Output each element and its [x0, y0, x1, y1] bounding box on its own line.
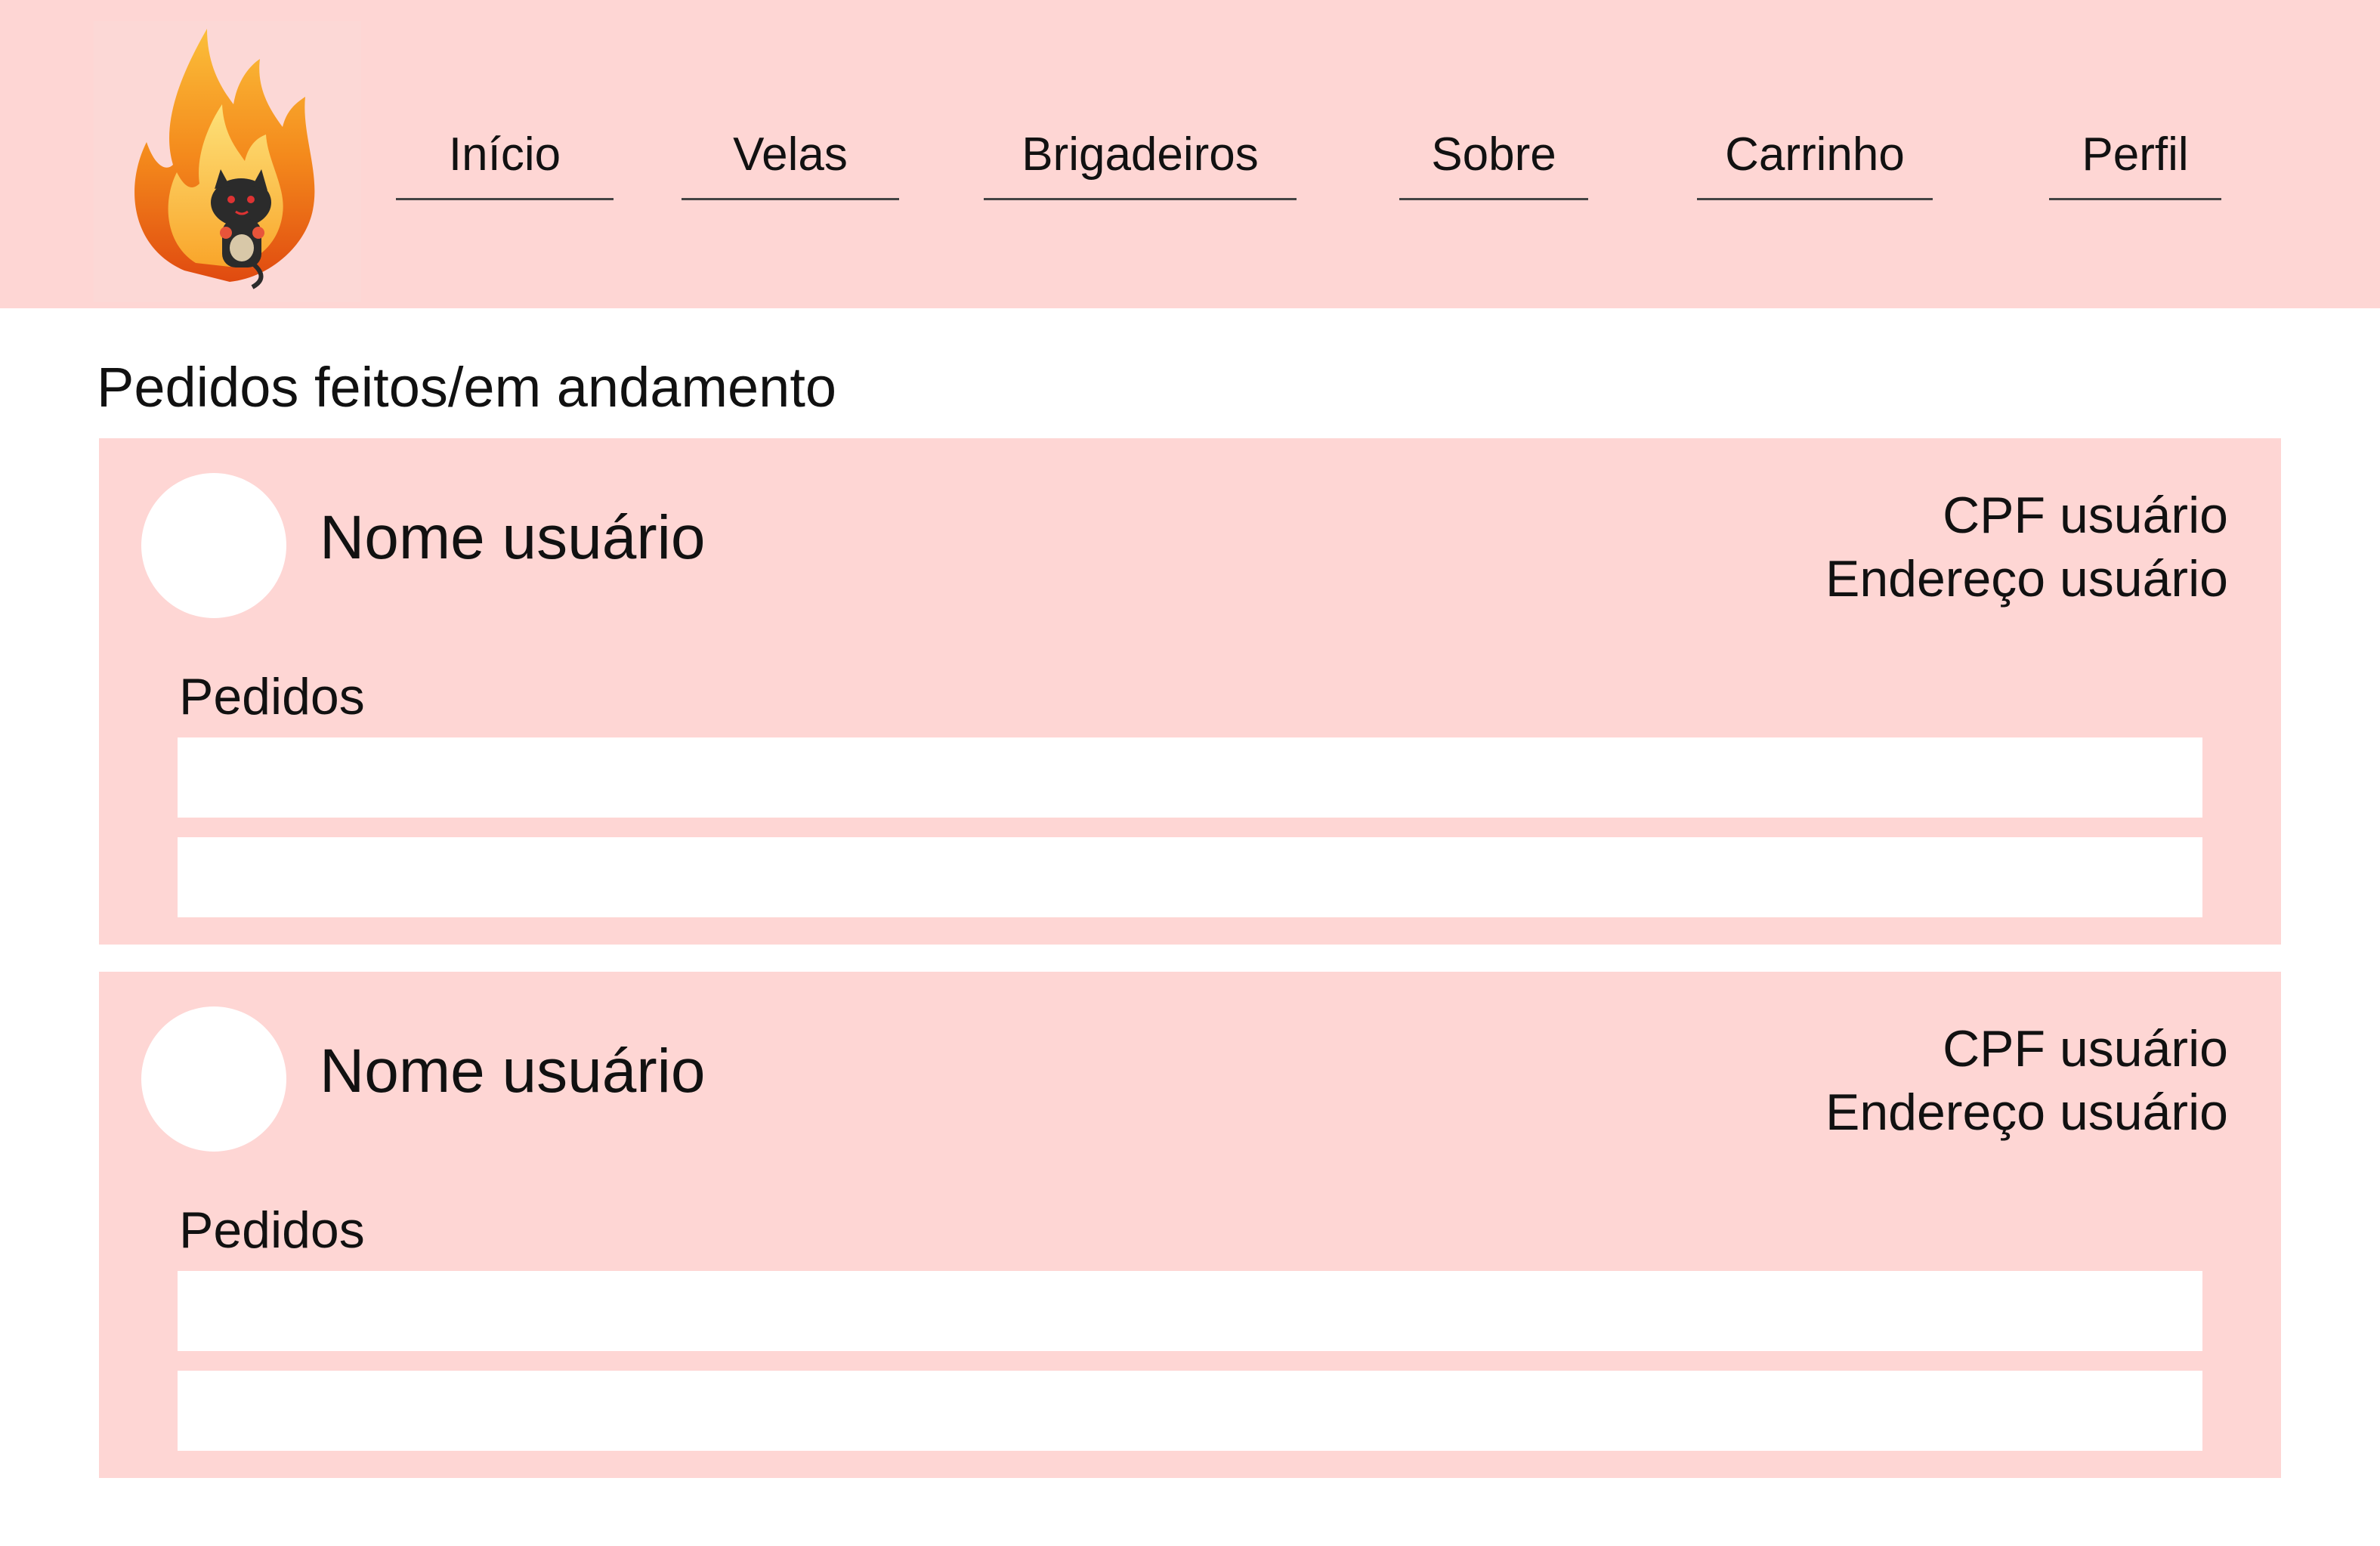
- order-row[interactable]: [178, 1371, 2202, 1451]
- user-cpf: CPF usuário: [1943, 487, 2228, 544]
- nav-link-velas[interactable]: Velas: [682, 121, 899, 200]
- nav-link-perfil[interactable]: Perfil: [2049, 121, 2221, 200]
- user-address: Endereço usuário: [1825, 1084, 2228, 1141]
- orders-label: Pedidos: [179, 668, 365, 725]
- flaming-cat-logo-icon[interactable]: [94, 21, 361, 302]
- nav-link-carrinho[interactable]: Carrinho: [1697, 121, 1933, 200]
- orders-label: Pedidos: [179, 1201, 365, 1259]
- user-name: Nome usuário: [320, 503, 706, 572]
- order-card: Nome usuário CPF usuário Endereço usuári…: [99, 438, 2281, 945]
- nav-link-inicio[interactable]: Início: [396, 121, 614, 200]
- avatar: [141, 1006, 286, 1152]
- user-address: Endereço usuário: [1825, 550, 2228, 608]
- nav-link-sobre[interactable]: Sobre: [1399, 121, 1588, 200]
- order-row[interactable]: [178, 737, 2202, 818]
- user-info: CPF usuário Endereço usuário: [1825, 484, 2228, 611]
- order-card: Nome usuário CPF usuário Endereço usuári…: [99, 972, 2281, 1478]
- site-header: Início Velas Brigadeiros Sobre Carrinho …: [0, 0, 2380, 308]
- user-name: Nome usuário: [320, 1037, 706, 1105]
- user-info: CPF usuário Endereço usuário: [1825, 1017, 2228, 1144]
- nav-link-brigadeiros[interactable]: Brigadeiros: [984, 121, 1297, 200]
- page-title: Pedidos feitos/em andamento: [97, 356, 837, 419]
- order-row[interactable]: [178, 1271, 2202, 1351]
- order-row[interactable]: [178, 837, 2202, 917]
- avatar: [141, 473, 286, 618]
- user-cpf: CPF usuário: [1943, 1020, 2228, 1078]
